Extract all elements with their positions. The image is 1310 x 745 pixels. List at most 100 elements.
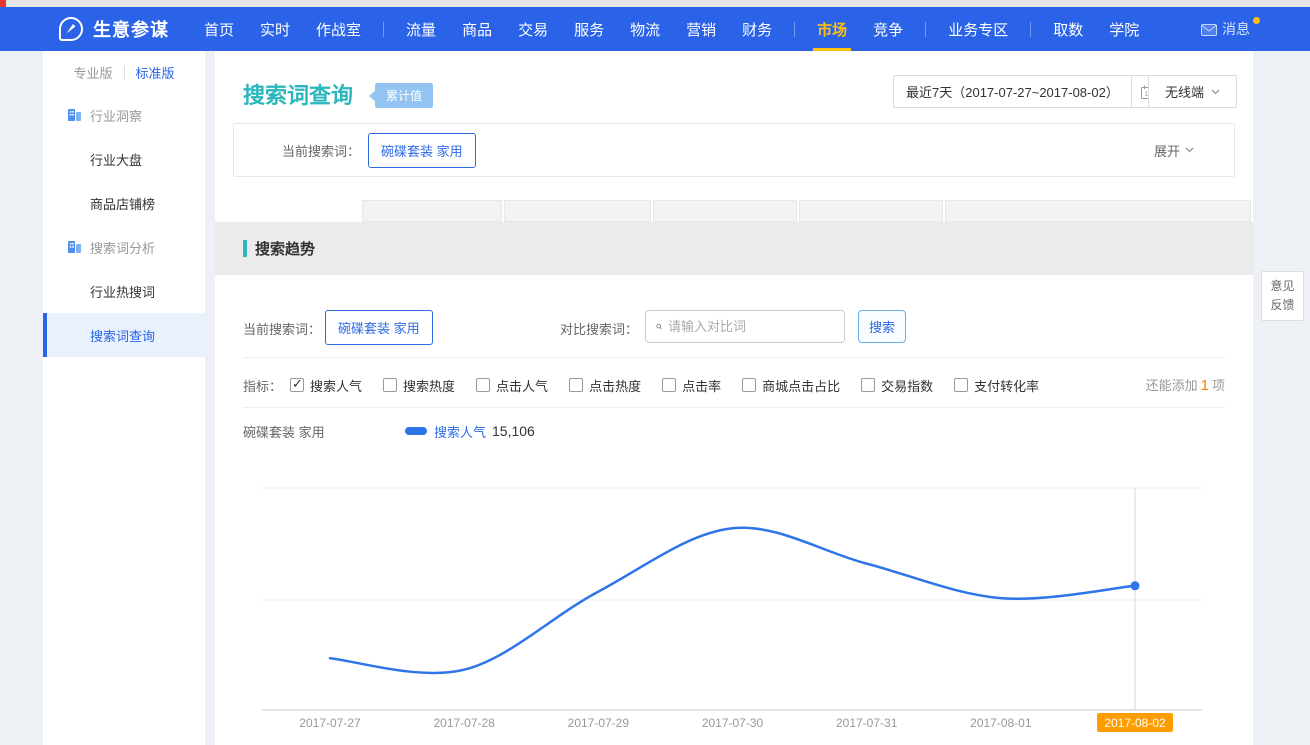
sidebar-item-hot-search-words[interactable]: 行业热搜词	[43, 269, 205, 313]
nav-item-data-fetch[interactable]: 取数	[1040, 7, 1096, 51]
tab-segment[interactable]	[653, 200, 797, 222]
nav-item-trade[interactable]: 交易	[505, 7, 561, 51]
nav-item-marketing[interactable]: 营销	[673, 7, 729, 51]
checkbox[interactable]	[476, 378, 490, 392]
metric-label: 搜索人气	[310, 376, 362, 395]
nav-item-realtime[interactable]: 实时	[247, 7, 303, 51]
metric-label: 交易指数	[881, 376, 933, 395]
x-axis-label: 2017-07-29	[568, 716, 630, 730]
current-term-label: 当前搜索词：	[282, 141, 360, 160]
current-term-chip[interactable]: 碗碟套装 家用	[325, 310, 433, 345]
sidebar-section-label: 搜索词分析	[90, 238, 155, 257]
add-more-hint: 还能添加1项	[1146, 375, 1225, 394]
metric-checkbox-mall-click-share[interactable]: 商城点击占比	[742, 376, 840, 395]
nav-item-logistics[interactable]: 物流	[617, 7, 673, 51]
current-term-chip[interactable]: 碗碟套装 家用	[368, 133, 476, 168]
tab-segment-active[interactable]	[215, 200, 360, 222]
expand-label: 展开	[1154, 141, 1180, 160]
version-tab-standard[interactable]: 标准版	[136, 63, 175, 82]
nav-item-traffic[interactable]: 流量	[393, 7, 449, 51]
add-more-prefix: 还能添加	[1146, 378, 1198, 393]
metric-checkbox-pay-conversion[interactable]: 支付转化率	[954, 376, 1039, 395]
legend-metric-name[interactable]: 搜索人气	[434, 422, 486, 441]
version-tab-pro[interactable]: 专业版	[73, 63, 112, 82]
sidebar-section-label: 行业洞察	[90, 106, 142, 125]
checkbox[interactable]	[290, 378, 304, 392]
sidebar-section-industry-insight[interactable]: 行业洞察	[43, 93, 205, 137]
current-term-label: 当前搜索词：	[243, 319, 321, 338]
x-axis-label: 2017-07-31	[836, 716, 898, 730]
main-content: 搜索词查询 累计值 最近7天（2017-07-27~2017-08-02） 15…	[215, 51, 1253, 745]
nav-divider	[1030, 22, 1031, 37]
search-button[interactable]: 搜索	[858, 310, 906, 343]
nav-item-goods[interactable]: 商品	[449, 7, 505, 51]
page-title: 搜索词查询	[243, 78, 353, 110]
sidebar-menu: 行业洞察 行业大盘 商品店铺榜 搜索词分析 行业热搜词 搜索词查询	[43, 93, 205, 357]
nav-divider	[794, 22, 795, 37]
compare-search-input-wrap	[645, 310, 845, 343]
metric-checkbox-search-popularity[interactable]: 搜索人气	[290, 376, 362, 395]
tab-segment[interactable]	[504, 200, 651, 222]
brand[interactable]: 生意参谋	[58, 16, 169, 42]
nav-item-warroom[interactable]: 作战室	[303, 7, 374, 51]
nav-item-market-active[interactable]: 市场	[804, 7, 860, 51]
metric-checkbox-trade-index[interactable]: 交易指数	[861, 376, 933, 395]
sidebar-item-product-shop-rank[interactable]: 商品店铺榜	[43, 181, 205, 225]
compare-term-label: 对比搜索词：	[560, 319, 638, 338]
metric-label: 商城点击占比	[762, 376, 840, 395]
compare-search-input[interactable]	[668, 319, 844, 334]
tab-segment[interactable]	[945, 200, 1251, 222]
nav-item-home[interactable]: 首页	[191, 7, 247, 51]
checkbox[interactable]	[569, 378, 583, 392]
nav-item-academy[interactable]: 学院	[1096, 7, 1152, 51]
tab-segment[interactable]	[362, 200, 502, 222]
add-more-suffix: 项	[1212, 378, 1225, 393]
metric-checkbox-click-popularity[interactable]: 点击人气	[476, 376, 548, 395]
checkbox[interactable]	[861, 378, 875, 392]
trend-line-chart: 2017-07-272017-07-282017-07-292017-07-30…	[215, 275, 1253, 745]
terminal-select[interactable]: 无线端	[1148, 75, 1237, 108]
sidebar-item-search-word-query[interactable]: 搜索词查询	[43, 313, 205, 357]
nav-menu: 首页 实时 作战室 流量 商品 交易 服务 物流 营销 财务 市场 竞争 业务专…	[191, 7, 1152, 51]
metric-label: 点击人气	[496, 376, 548, 395]
trend-line	[330, 528, 1135, 673]
browser-corner-notch	[0, 0, 6, 7]
metric-checkbox-click-heat[interactable]: 点击热度	[569, 376, 641, 395]
feedback-label-line2: 反馈	[1262, 296, 1303, 315]
terminal-value: 无线端	[1165, 82, 1204, 101]
sidebar-section-search-analysis[interactable]: 搜索词分析	[43, 225, 205, 269]
messages-label: 消息	[1222, 19, 1250, 39]
tab-segment[interactable]	[799, 200, 943, 222]
chevron-down-icon	[1185, 147, 1194, 153]
nav-item-competition[interactable]: 竞争	[860, 7, 916, 51]
checkbox[interactable]	[954, 378, 968, 392]
feedback-button[interactable]: 意见 反馈	[1261, 271, 1304, 321]
metrics-label: 指标：	[243, 376, 282, 395]
brand-name: 生意参谋	[93, 16, 169, 42]
messages-button[interactable]: 消息	[1201, 7, 1250, 51]
date-range-picker[interactable]: 最近7天（2017-07-27~2017-08-02） 15	[893, 75, 1166, 108]
cumulative-value-badge: 累计值	[375, 83, 433, 108]
nav-item-finance[interactable]: 财务	[729, 7, 785, 51]
page-header-card: 搜索词查询 累计值 最近7天（2017-07-27~2017-08-02） 15…	[215, 51, 1253, 200]
metric-checkbox-click-rate[interactable]: 点击率	[662, 376, 721, 395]
checkbox[interactable]	[662, 378, 676, 392]
x-axis-label: 2017-08-01	[970, 716, 1032, 730]
legend-line-marker	[405, 427, 427, 435]
highlighted-date-bg	[1097, 713, 1173, 732]
metric-checkbox-search-heat[interactable]: 搜索热度	[383, 376, 455, 395]
page: 生意参谋 首页 实时 作战室 流量 商品 交易 服务 物流 营销 财务 市场 竞…	[0, 0, 1310, 745]
metric-label: 点击热度	[589, 376, 641, 395]
version-divider	[124, 66, 125, 79]
metric-label: 搜索热度	[403, 376, 455, 395]
sidebar-item-industry-board[interactable]: 行业大盘	[43, 137, 205, 181]
search-trend-card: 当前搜索词： 碗碟套装 家用 对比搜索词： 搜索 指标： 搜索人气	[215, 275, 1253, 745]
add-more-count: 1	[1201, 377, 1209, 394]
expand-toggle[interactable]: 展开	[1154, 141, 1194, 160]
checkbox[interactable]	[742, 378, 756, 392]
trend-chart-svg: 2017-07-272017-07-282017-07-292017-07-30…	[215, 275, 1253, 745]
nav-item-service[interactable]: 服务	[561, 7, 617, 51]
checkbox[interactable]	[383, 378, 397, 392]
nav-item-business-zone[interactable]: 业务专区	[935, 7, 1021, 51]
date-range-text: 最近7天（2017-07-27~2017-08-02）	[894, 82, 1131, 101]
